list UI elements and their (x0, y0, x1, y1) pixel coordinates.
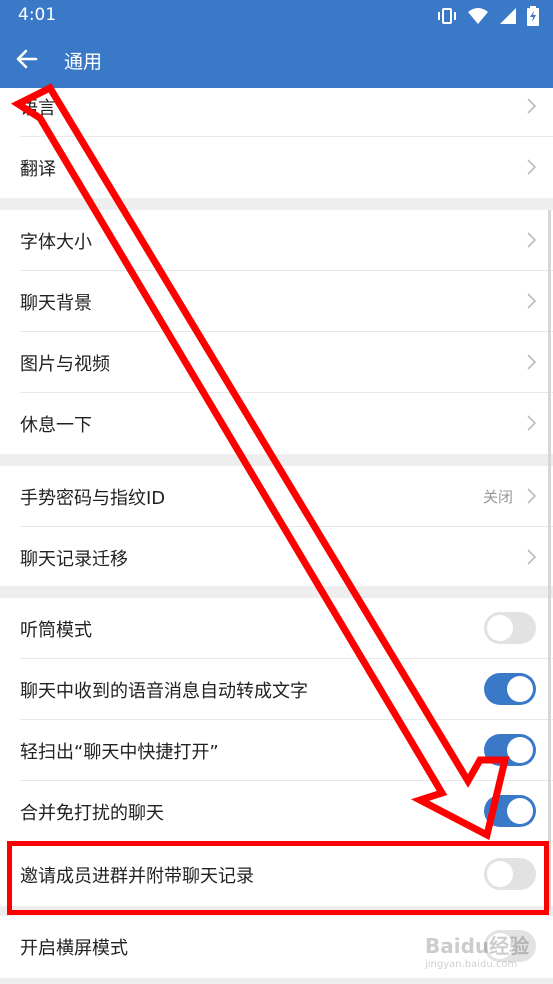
watermark-url: jingyan.baidu.com (425, 959, 518, 970)
watermark-brand: Baidu经验 (425, 934, 530, 958)
annotation-arrow-icon (10, 83, 510, 841)
watermark-logo: Baidu经验 jingyan.baidu.com (425, 930, 529, 970)
